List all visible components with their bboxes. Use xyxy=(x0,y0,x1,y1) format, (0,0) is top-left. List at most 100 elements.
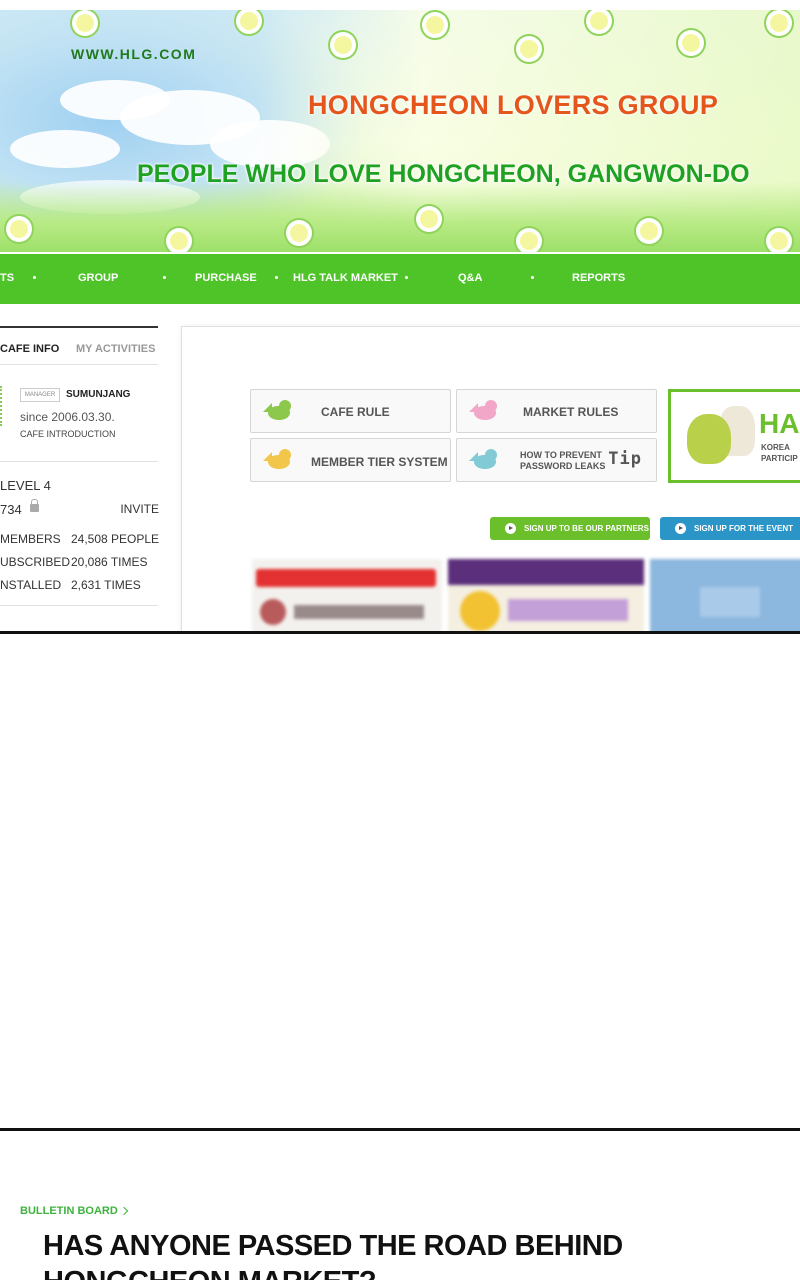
stat-value: 2,631 TIMES xyxy=(71,578,141,592)
ad-strip xyxy=(256,569,436,587)
promo-heading: HA xyxy=(759,408,800,439)
cafe-url: WWW.HLG.COM xyxy=(71,46,197,62)
bird-head xyxy=(279,449,291,461)
flower-icon xyxy=(770,14,788,32)
blurred-ad-thumbnail[interactable] xyxy=(650,559,800,631)
password-tip-label: HOW TO PREVENT PASSWORD LEAKS xyxy=(520,450,605,472)
tab-my-activities[interactable]: MY ACTIVITIES xyxy=(76,343,155,355)
manager-badge: MANAGER xyxy=(20,388,60,402)
section-divider xyxy=(0,1128,800,1131)
flower-icon xyxy=(170,232,188,250)
flower-icon xyxy=(640,222,658,240)
pink-bird-icon xyxy=(469,399,501,423)
bird-head xyxy=(485,400,497,412)
flower-icon xyxy=(290,224,308,242)
yellow-bird-icon xyxy=(263,448,295,472)
partners-signup-label: SIGN UP TO BE OUR PARTNERS xyxy=(524,524,649,533)
cafe-banner: WWW.HLG.COM HONGCHEON LOVERS GROUP PEOPL… xyxy=(0,10,800,252)
event-signup-label: SIGN UP FOR THE EVENT xyxy=(694,524,793,533)
main-nav: TS GROUP PURCHASE HLG TALK MARKET Q&A RE… xyxy=(0,254,800,304)
cafe-since: since 2006.03.30. xyxy=(20,410,115,424)
tip-label: Tip xyxy=(608,449,642,469)
flower-icon xyxy=(682,34,700,52)
flower-icon xyxy=(76,14,94,32)
ad-text xyxy=(294,605,424,619)
ad-text xyxy=(508,599,628,621)
play-icon xyxy=(505,523,516,534)
manager-name[interactable]: SUMUNJANG xyxy=(66,389,130,400)
market-rules-button[interactable]: MARKET RULES xyxy=(456,389,657,433)
member-tier-label: MEMBER TIER SYSTEM xyxy=(311,455,448,469)
divider xyxy=(0,461,158,462)
blurred-ad-thumbnail[interactable] xyxy=(252,559,442,631)
blue-bird-icon xyxy=(469,448,501,472)
flower-icon xyxy=(590,12,608,30)
chevron-right-icon xyxy=(119,1206,129,1216)
flower-icon xyxy=(420,210,438,228)
breadcrumb[interactable]: BULLETIN BOARD xyxy=(20,1205,129,1217)
leaf-icon xyxy=(0,386,5,426)
password-tip-line2: PASSWORD LEAKS xyxy=(520,461,606,471)
sidebar-tabs: CAFE INFO MY ACTIVITIES xyxy=(0,326,158,364)
promo-text: KOREA PARTICIP xyxy=(761,442,798,464)
cafe-introduction-link[interactable]: CAFE INTRODUCTION xyxy=(20,429,116,439)
lock-icon xyxy=(30,499,39,512)
tab-cafe-info[interactable]: CAFE INFO xyxy=(0,343,59,355)
nav-separator xyxy=(531,276,534,279)
promo-banner[interactable]: HA KOREA PARTICIP xyxy=(668,389,800,483)
ad-logo xyxy=(260,599,286,625)
stat-members: MEMBERS 24,508 PEOPLE xyxy=(0,532,159,546)
stat-installed: NSTALLED 2,631 TIMES xyxy=(0,578,141,592)
nav-separator xyxy=(405,276,408,279)
play-icon xyxy=(675,523,686,534)
flower-icon xyxy=(520,40,538,58)
partners-signup-button[interactable]: SIGN UP TO BE OUR PARTNERS xyxy=(490,517,650,540)
bird-head xyxy=(279,400,291,412)
nav-separator xyxy=(33,276,36,279)
cafe-screenshot-panel: WWW.HLG.COM HONGCHEON LOVERS GROUP PEOPL… xyxy=(0,0,800,634)
divider xyxy=(0,364,158,365)
promo-line1: KOREA xyxy=(761,443,790,452)
ad-text xyxy=(700,587,760,617)
flower-icon xyxy=(240,12,258,30)
ad-strip xyxy=(448,559,644,585)
stat-value: 20,086 TIMES xyxy=(71,555,148,569)
nav-item-purchase[interactable]: PURCHASE xyxy=(195,272,257,284)
cafe-rule-button[interactable]: CAFE RULE xyxy=(250,389,451,433)
flower-icon xyxy=(334,36,352,54)
blurred-ad-thumbnail[interactable] xyxy=(448,559,644,631)
password-tip-line1: HOW TO PREVENT xyxy=(520,450,602,460)
cafe-rule-label: CAFE RULE xyxy=(321,405,390,419)
nav-separator xyxy=(275,276,278,279)
bird-head xyxy=(485,449,497,461)
flower-icon xyxy=(520,232,538,250)
cafe-info-sidebar: CAFE INFO MY ACTIVITIES MANAGER SUMUNJAN… xyxy=(0,326,159,631)
banner-grass xyxy=(0,182,800,252)
nav-item-partial[interactable]: TS xyxy=(0,272,14,284)
market-rules-label: MARKET RULES xyxy=(523,405,619,419)
promo-line2: PARTICIP xyxy=(761,454,798,463)
invite-button[interactable]: INVITE xyxy=(120,502,159,516)
stat-label: NSTALLED xyxy=(0,578,62,592)
flower-icon xyxy=(426,16,444,34)
nav-item-hlg-talk-market[interactable]: HLG TALK MARKET xyxy=(293,272,398,284)
breadcrumb-label: BULLETIN BOARD xyxy=(20,1205,118,1217)
nav-item-qa[interactable]: Q&A xyxy=(458,272,482,284)
article-headline: HAS ANYONE PASSED THE ROAD BEHIND HONGCH… xyxy=(43,1230,623,1280)
member-number: 734 xyxy=(0,502,22,517)
cafe-subtitle: PEOPLE WHO LOVE HONGCHEON, GANGWON-DO xyxy=(137,160,750,188)
event-signup-button[interactable]: SIGN UP FOR THE EVENT xyxy=(660,517,800,540)
member-level: LEVEL 4 xyxy=(0,478,51,493)
cafe-title: HONGCHEON LOVERS GROUP xyxy=(308,90,719,120)
nav-separator xyxy=(163,276,166,279)
stat-label: UBSCRIBED xyxy=(0,555,71,569)
member-tier-button[interactable]: MEMBER TIER SYSTEM xyxy=(250,438,451,482)
divider xyxy=(0,605,158,606)
mascot-icon xyxy=(687,414,731,464)
password-tip-button[interactable]: HOW TO PREVENT PASSWORD LEAKS Tip xyxy=(456,438,657,482)
nav-item-group[interactable]: GROUP xyxy=(78,272,118,284)
nav-item-reports[interactable]: REPORTS xyxy=(572,272,625,284)
cloud xyxy=(10,130,120,168)
flower-icon xyxy=(770,232,788,250)
ad-logo xyxy=(460,591,500,631)
